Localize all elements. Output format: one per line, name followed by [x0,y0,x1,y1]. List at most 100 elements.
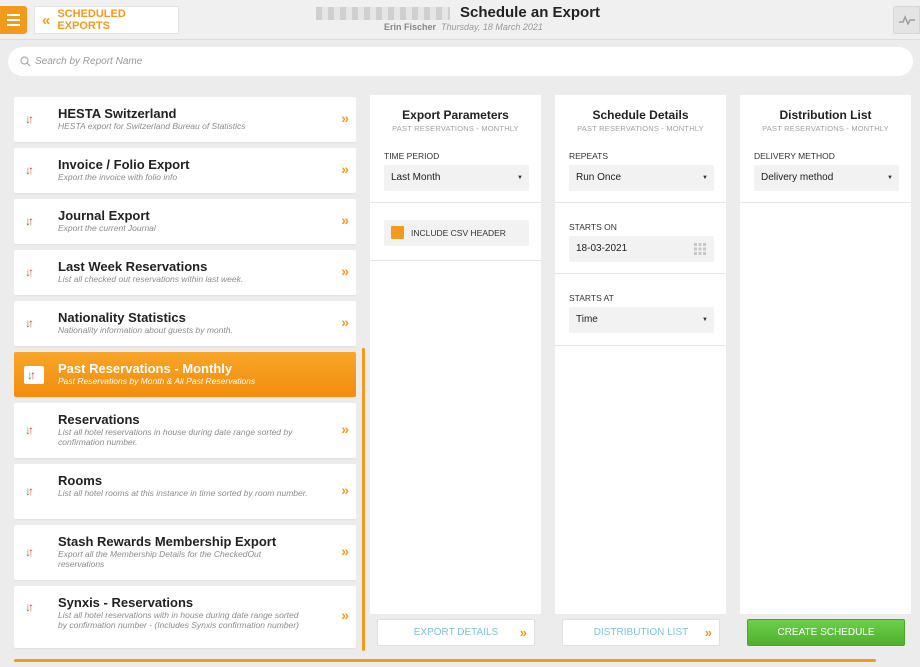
report-name: Nationality Statistics [58,310,186,325]
caret-down-icon: ▼ [887,175,893,181]
report-description: Export the current Journal [58,223,156,233]
page-title: Schedule an Export [460,4,601,21]
report-item-stash-rewards-membership-export[interactable]: ↓↑ Stash Rewards Membership Export Expor… [14,525,356,580]
report-name: Last Week Reservations [58,259,208,274]
report-description: List all checked out reservations within… [58,274,244,284]
time-period-select[interactable]: Last Month ▼ [384,165,529,191]
down-up-arrows-icon: ↓↑ [25,265,34,279]
hamburger-icon [7,14,20,16]
select-value: Last Month [391,172,441,183]
report-description: Past Reservations by Month & All Past Re… [58,376,256,386]
double-chevron-right-icon: » [341,314,349,330]
report-name: Past Reservations - Monthly [58,361,233,376]
divider [555,273,726,274]
down-up-arrows-icon: ↓↑ [25,214,34,228]
checkbox-icon [391,226,404,239]
user-name: Erin Fischer [384,22,437,32]
report-item-synxis-reservations[interactable]: ↓↑ Synxis - Reservations List all hotel … [14,586,356,648]
caret-down-icon: ▼ [517,175,523,181]
report-list: ↓↑ HESTA Switzerland HESTA export for Sw… [14,97,356,652]
panel-title: Distribution List [779,108,872,122]
toggle-label: INCLUDE CSV HEADER [411,228,506,238]
include-csv-header-toggle[interactable]: INCLUDE CSV HEADER [384,220,529,246]
starts-at-time-select[interactable]: Time ▼ [569,307,714,333]
down-up-arrows-icon: ↓↑ [25,112,34,126]
report-item-invoice-folio-export[interactable]: ↓↑ Invoice / Folio Export Export the inv… [14,148,356,193]
calendar-grid-icon [694,243,706,255]
menu-button[interactable] [0,6,27,34]
double-chevron-right-icon: » [341,607,349,623]
down-up-arrows-icon: ↓↑ [25,163,34,177]
report-name: Invoice / Folio Export [58,157,190,172]
activity-button[interactable] [893,6,920,34]
starts-at-label: STARTS AT [569,293,614,303]
caret-down-icon: ▼ [702,317,708,323]
report-description: List all hotel reservations with in hous… [58,610,299,630]
report-item-reservations[interactable]: ↓↑ Reservations List all hotel reservati… [14,403,356,458]
report-description: List all hotel rooms at this instance in… [58,488,308,498]
report-description: HESTA export for Switzerland Bureau of S… [58,121,246,131]
report-item-rooms[interactable]: ↓↑ Rooms List all hotel rooms at this in… [14,464,356,519]
report-name: Stash Rewards Membership Export [58,534,277,549]
double-chevron-right-icon: » [341,543,349,559]
activity-pulse-icon [898,15,915,25]
double-chevron-left-icon: « [42,11,50,29]
repeats-label: REPEATS [569,151,609,161]
down-up-arrows-icon: ↓↑ [25,316,34,330]
double-chevron-right-icon: » [704,625,712,640]
report-item-past-reservations-monthly[interactable]: ↓↑ Past Reservations - Monthly Past Rese… [14,352,356,397]
repeats-select[interactable]: Run Once ▼ [569,165,714,191]
search-icon [20,56,31,67]
report-item-hesta-switzerland[interactable]: ↓↑ HESTA Switzerland HESTA export for Sw… [14,97,356,142]
select-value: Run Once [576,172,622,183]
double-chevron-right-icon: » [341,212,349,228]
divider [555,202,726,203]
double-chevron-right-icon: » [519,625,527,640]
report-item-nationality-statistics[interactable]: ↓↑ Nationality Statistics Nationality in… [14,301,356,346]
double-chevron-right-icon: » [341,482,349,498]
top-bar: « SCHEDULED EXPORTS Schedule an Export E… [0,0,920,40]
report-name: Synxis - Reservations [58,595,194,610]
down-up-arrows-icon: ↓↑ [25,484,34,498]
divider [370,202,541,203]
blurred-hotel-name [316,7,450,20]
panel-footer: CREATE SCHEDULE [740,614,911,652]
report-name: Journal Export [58,208,150,223]
horizontal-scrollbar[interactable] [14,659,876,662]
report-description: Export all the Membership Details for th… [58,549,262,569]
create-schedule-button[interactable]: CREATE SCHEDULE [747,619,905,646]
select-value: Delivery method [761,172,834,183]
double-chevron-right-icon: » [341,263,349,279]
current-date: Thursday, 18 March 2021 [441,22,543,32]
report-name: Rooms [58,473,103,488]
scheduled-exports-back-button[interactable]: « SCHEDULED EXPORTS [34,6,179,34]
report-item-last-week-reservations[interactable]: ↓↑ Last Week Reservations List all check… [14,250,356,295]
search-bar [8,47,913,76]
down-up-arrows-icon: ↓↑ [24,366,44,384]
down-up-arrows-icon: ↓↑ [25,545,34,559]
panel-title: Schedule Details [592,108,689,122]
distribution-list-button[interactable]: DISTRIBUTION LIST » [562,619,720,646]
panel-footer: EXPORT DETAILS » [370,614,541,652]
divider [740,202,911,203]
select-value: Time [576,314,598,325]
report-name: HESTA Switzerland [58,106,177,121]
report-item-journal-export[interactable]: ↓↑ Journal Export Export the current Jou… [14,199,356,244]
delivery-method-label: DELIVERY METHOD [754,151,835,161]
search-input[interactable] [35,56,635,67]
panel-subtitle: PAST RESERVATIONS - MONTHLY [392,124,519,133]
divider [555,345,726,346]
report-list-scrollbar[interactable] [362,348,365,651]
divider [370,260,541,261]
button-label: CREATE SCHEDULE [777,627,875,638]
down-up-arrows-icon: ↓↑ [25,423,34,437]
panel-subtitle: PAST RESERVATIONS - MONTHLY [762,124,889,133]
button-label: EXPORT DETAILS [413,627,499,638]
time-period-label: TIME PERIOD [384,151,440,161]
starts-on-date-field[interactable]: 18-03-2021 [569,236,714,262]
panel-title: Export Parameters [402,108,509,122]
double-chevron-right-icon: » [341,161,349,177]
delivery-method-select[interactable]: Delivery method ▼ [754,165,899,191]
export-details-button[interactable]: EXPORT DETAILS » [377,619,535,646]
distribution-list-panel: Distribution List PAST RESERVATIONS - MO… [740,95,911,652]
